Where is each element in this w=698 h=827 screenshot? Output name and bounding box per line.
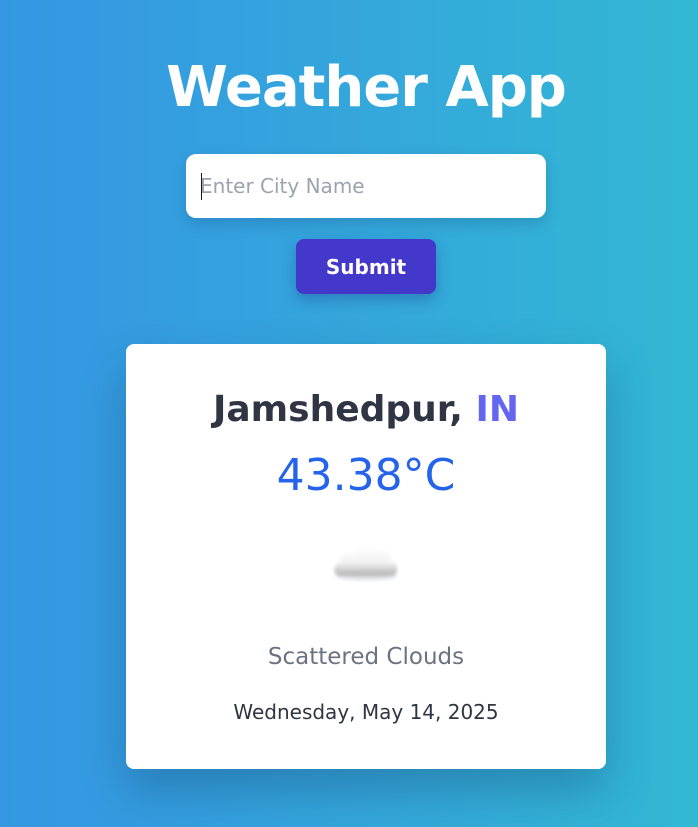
location-separator: , [449,389,476,430]
current-date: Wednesday, May 14, 2025 [233,700,499,724]
app-title: Weather App [166,55,567,120]
city-search-input[interactable] [186,154,546,218]
city-name: Jamshedpur [212,389,450,430]
submit-button[interactable]: Submit [296,239,436,294]
weather-description: Scattered Clouds [267,644,465,670]
cloud-icon [334,545,398,580]
location-heading: Jamshedpur, IN [126,388,606,432]
country-code: IN [475,389,520,430]
weather-card: Jamshedpur, IN 43.38°C Scattered Clouds … [126,344,606,769]
text-cursor [201,173,202,200]
temperature-value: 43.38°C [276,450,456,501]
